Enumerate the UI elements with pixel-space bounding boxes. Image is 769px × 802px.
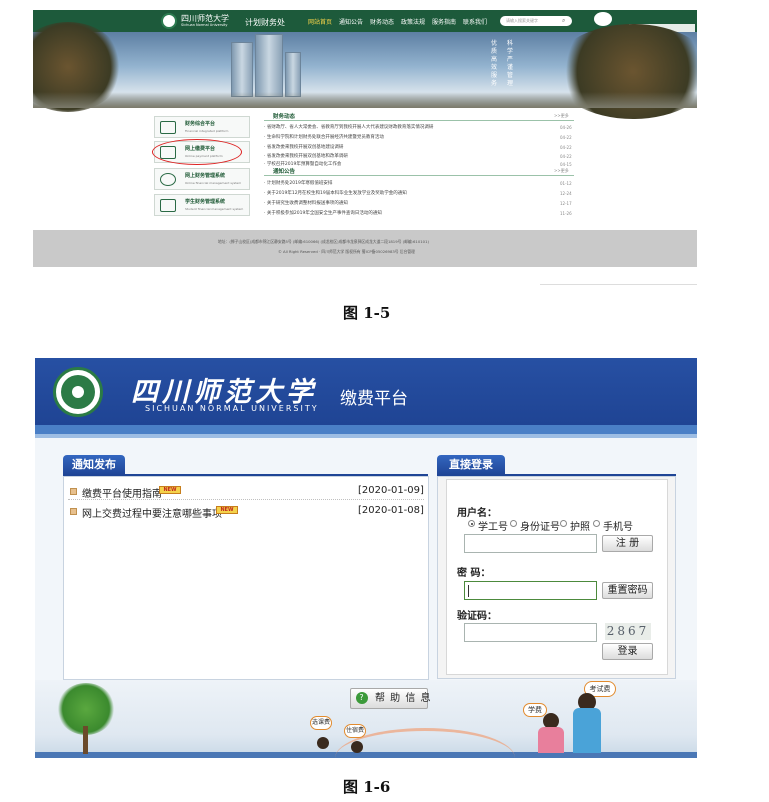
radio-label: 身份证号 — [520, 522, 560, 533]
new-badge: NEW — [159, 486, 181, 494]
username-label: 用户名： — [457, 508, 497, 519]
help-button[interactable]: ? 帮 助 信 息 — [350, 688, 431, 709]
notice-date: 01-12 — [560, 181, 572, 186]
notice-link[interactable]: 缴费平台使用指南 — [82, 485, 162, 500]
sidebar-item-student-finance[interactable]: 学生财务管理系统 Student financial management sy… — [154, 194, 250, 216]
payment-header: 四川师范大学 SICHUAN NORMAL UNIVERSITY 缴费平台 — [35, 358, 697, 425]
help-icon: ? — [356, 692, 368, 704]
password-label: 密 码： — [457, 568, 491, 579]
password-input[interactable] — [464, 581, 597, 600]
wechat-icon[interactable] — [594, 12, 612, 26]
platform-title: 缴费平台 — [340, 389, 408, 409]
student-figure — [573, 708, 601, 753]
register-button[interactable]: 注 册 — [602, 535, 653, 552]
reset-password-button[interactable]: 重置密码 — [602, 582, 653, 599]
figure-caption-1-5: 图 1-5 — [343, 304, 391, 322]
notice-item[interactable]: · 关于积极参加2019年全国安全生产事件查询日活动的通知 — [264, 210, 382, 216]
sidebar-item-finance-platform[interactable]: 财务综合平台 Financial integrated platform — [154, 116, 250, 138]
radio-passport[interactable] — [560, 520, 567, 527]
news-date: 04-26 — [560, 125, 572, 130]
news-item[interactable]: · 省发改委来我校开展双创基地和改革调研 — [264, 153, 348, 159]
notice-item[interactable]: · 关于2019年12月在校生和19届本科毕业生发放学业及奖助学金的通知 — [264, 190, 407, 196]
news-more-link[interactable]: >>更多 — [554, 113, 569, 119]
footer-copyright: © All Right Reserved · 四川师范大学 版权所有 蜀ICP备… — [278, 249, 415, 254]
login-button[interactable]: 登录 — [602, 643, 653, 660]
nav-home[interactable]: 网站首页 — [308, 17, 332, 26]
news-item[interactable]: · 省财政厅、省人大常委会、省教育厅到我校开展人大代表建议财政教育落实情况调研 — [264, 124, 433, 130]
nav-contact[interactable]: 联系我们 — [463, 17, 487, 26]
highlight-ellipse — [152, 139, 242, 165]
bubble-label: 住宿费 — [344, 724, 366, 738]
site-footer: 地址：(狮子山校区)成都市锦江区静安路5号 (邮编:610066) (成龙校区)… — [33, 230, 697, 267]
news-date: 04-22 — [560, 154, 572, 159]
news-date: 04-15 — [560, 162, 572, 167]
radio-id-card[interactable] — [510, 520, 517, 527]
notice-date: 12-17 — [560, 201, 572, 206]
nav-news[interactable]: 财务动态 — [370, 17, 394, 26]
student-figure — [351, 741, 363, 753]
notice-panel: 缴费平台使用指南 NEW [2020-01-09] 网上交费过程中要注意哪些事项… — [63, 476, 429, 680]
tab-notices[interactable]: 通知发布 — [63, 455, 125, 475]
radio-label: 学工号 — [478, 522, 508, 533]
new-badge: NEW — [216, 506, 238, 514]
bubble-label: 学费 — [523, 703, 547, 717]
sidebar-item-finance-system[interactable]: 网上财务管理系统 Online financial management sys… — [154, 168, 250, 190]
bubble-label: 选课费 — [310, 716, 332, 730]
notice-item[interactable]: · 计划财务处2019年寒假值班安排 — [264, 180, 332, 186]
notice-section-title: 通知公告 — [273, 169, 296, 175]
nav-policy[interactable]: 政策法规 — [401, 17, 425, 26]
radio-phone[interactable] — [593, 520, 600, 527]
nav-notices[interactable]: 通知公告 — [339, 17, 363, 26]
news-section-title: 财务动态 — [273, 114, 296, 120]
captcha-label: 验证码： — [457, 611, 497, 622]
monitor-icon — [160, 121, 176, 134]
search-icon[interactable]: ⌕ — [562, 17, 565, 25]
notice-date: 11-26 — [560, 211, 572, 216]
search-input[interactable]: 请输入搜索关键字 ⌕ — [500, 16, 572, 26]
university-name-en: SICHUAN NORMAL UNIVERSITY — [145, 404, 319, 413]
figure-1-5-screenshot: 四川师范大学 Sichuan Normal University 计划财务处 网… — [33, 10, 697, 267]
notice-date: [2020-01-08] — [358, 505, 424, 516]
figure-1-6-screenshot: 四川师范大学 SICHUAN NORMAL UNIVERSITY 缴费平台 通知… — [35, 358, 697, 758]
student-icon — [160, 199, 176, 212]
notice-link[interactable]: 网上交费过程中要注意哪些事项 — [82, 505, 222, 520]
office-name: 计划财务处 — [245, 18, 285, 27]
building-image — [231, 42, 253, 97]
radio-label: 护照 — [570, 522, 590, 533]
brand-name-en: Sichuan Normal University — [181, 23, 228, 27]
euro-icon — [160, 173, 176, 186]
university-seal-icon — [53, 367, 103, 417]
captcha-input[interactable] — [464, 623, 597, 642]
notice-date: 12-24 — [560, 191, 572, 196]
banner-slogan: 科学严谨管理 — [507, 40, 514, 87]
university-logo-icon — [161, 13, 177, 29]
nav-guide[interactable]: 服务指南 — [432, 17, 456, 26]
news-item[interactable]: · 生命科学院和计划财务处联合开展经济共建暨党员教育活动 — [264, 134, 384, 140]
bullet-icon — [70, 508, 77, 515]
building-image — [255, 34, 283, 97]
notice-more-link[interactable]: >>更多 — [554, 168, 569, 174]
news-item[interactable]: · 学校召开2019年预算暨自动化工作会 — [264, 161, 341, 167]
radio-label: 手机号 — [603, 522, 633, 533]
building-image — [285, 52, 301, 97]
notice-date: [2020-01-09] — [358, 485, 424, 496]
notice-item[interactable]: · 关于研究生收费调整材料报送事项的通知 — [264, 200, 348, 206]
campus-banner: 优质高效服务 科学严谨管理 — [33, 22, 697, 119]
username-input[interactable] — [464, 534, 597, 553]
captcha-image[interactable]: 2867 — [605, 623, 651, 640]
news-item[interactable]: · 省发改委来我校开展双创基地建设调研 — [264, 144, 343, 150]
radio-staff-id[interactable] — [468, 520, 475, 527]
student-figure — [538, 727, 564, 753]
news-date: 04-22 — [560, 135, 572, 140]
news-date: 04-22 — [560, 145, 572, 150]
figure-caption-1-6: 图 1-6 — [343, 778, 391, 796]
bullet-icon — [70, 488, 77, 495]
tab-login[interactable]: 直接登录 — [437, 455, 505, 475]
student-figure — [317, 737, 329, 749]
login-panel: 用户名： 学工号 身份证号 护照 手机号 注 册 密 码： 重置密码 验证码： … — [437, 476, 676, 679]
footer-address: 地址：(狮子山校区)成都市锦江区静安路5号 (邮编:610066) (成龙校区)… — [218, 239, 429, 244]
banner-slogan: 优质高效服务 — [491, 40, 498, 87]
